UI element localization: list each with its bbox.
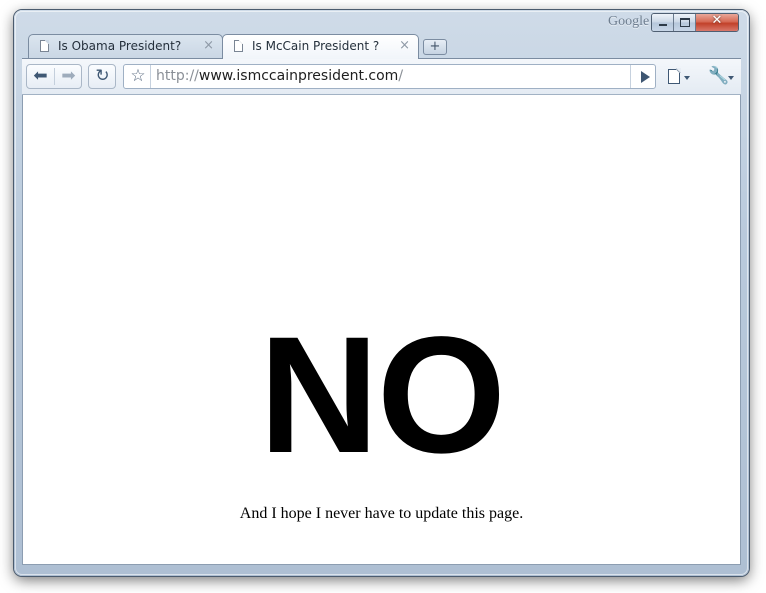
omnibox-divider bbox=[150, 65, 151, 88]
wrench-icon: 🔧 bbox=[708, 66, 730, 86]
back-arrow-icon[interactable]: ⬅ bbox=[27, 65, 54, 88]
tab-close-icon[interactable]: × bbox=[203, 38, 214, 53]
reload-icon: ↻ bbox=[95, 66, 110, 86]
maximize-button[interactable] bbox=[674, 14, 696, 31]
url-text[interactable]: http://www.ismccainpresident.com/ bbox=[156, 68, 403, 84]
close-icon: ✕ bbox=[711, 13, 723, 28]
forward-arrow-icon[interactable]: ➡ bbox=[55, 65, 82, 88]
go-divider bbox=[630, 65, 631, 88]
chevron-down-icon bbox=[728, 76, 734, 80]
minimize-button[interactable] bbox=[652, 14, 674, 31]
tab-is-mccain-president[interactable]: Is McCain President ? × bbox=[222, 34, 419, 59]
page-viewport: NO And I hope I never have to update thi… bbox=[22, 95, 741, 565]
url-host: www.ismccainpresident.com bbox=[198, 68, 399, 84]
page-menu-icon bbox=[668, 68, 681, 84]
tab-title: Is McCain President ? bbox=[252, 39, 380, 53]
tools-menu-button[interactable]: 🔧 bbox=[705, 66, 737, 88]
google-brand-label: Google bbox=[608, 14, 650, 29]
address-bar[interactable]: ☆ http://www.ismccainpresident.com/ bbox=[123, 64, 656, 89]
toolbar: ⬅ ➡ ↻ ☆ http://www.ismccainpresident.com… bbox=[22, 58, 741, 95]
browser-window: Google ✕ Is Obama President? × Is McCain… bbox=[14, 10, 749, 576]
url-path: / bbox=[398, 68, 404, 84]
close-window-button[interactable]: ✕ bbox=[696, 14, 738, 31]
chevron-down-icon bbox=[684, 76, 690, 80]
url-scheme: http:// bbox=[156, 68, 199, 84]
tab-title: Is Obama President? bbox=[58, 39, 182, 53]
page-icon bbox=[40, 40, 49, 52]
go-arrow-icon[interactable] bbox=[641, 71, 650, 83]
window-caption-buttons: ✕ bbox=[651, 13, 739, 32]
nav-button-group: ⬅ ➡ bbox=[26, 64, 82, 89]
page-menu-button[interactable] bbox=[664, 68, 694, 88]
answer-heading: NO bbox=[259, 303, 506, 488]
new-tab-button[interactable]: + bbox=[423, 39, 447, 55]
star-icon[interactable]: ☆ bbox=[127, 66, 149, 87]
page-note: And I hope I never have to update this p… bbox=[239, 505, 524, 522]
tab-is-obama-president[interactable]: Is Obama President? × bbox=[28, 34, 223, 59]
tab-close-icon[interactable]: × bbox=[399, 38, 410, 53]
page-icon bbox=[234, 40, 243, 52]
plus-icon: + bbox=[429, 39, 441, 54]
reload-button[interactable]: ↻ bbox=[88, 64, 116, 89]
